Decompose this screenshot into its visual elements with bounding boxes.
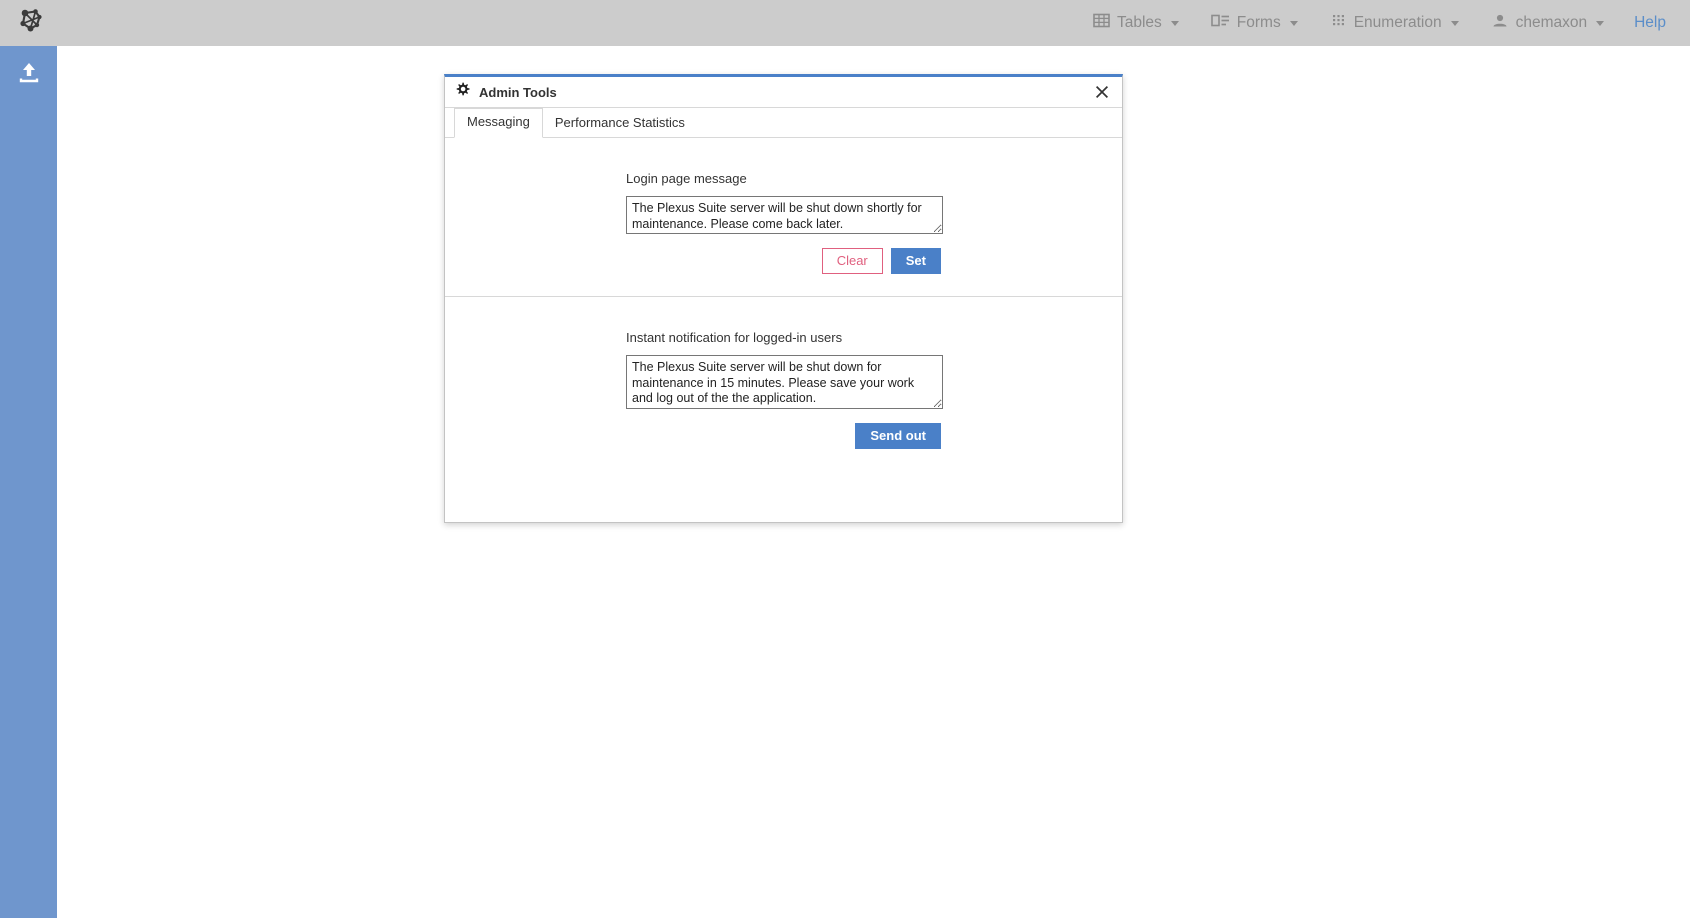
- login-page-message-input[interactable]: [626, 196, 943, 234]
- nav-item-user-menu[interactable]: chemaxon: [1475, 0, 1621, 46]
- dialog-tabstrip: Messaging Performance Statistics: [445, 108, 1122, 138]
- close-x-icon[interactable]: [1091, 81, 1113, 103]
- login-page-message-label: Login page message: [626, 171, 1122, 186]
- forms-layout-icon: [1211, 12, 1230, 34]
- send-out-button[interactable]: Send out: [855, 423, 941, 449]
- left-sidebar: [0, 46, 57, 918]
- nav-item-forms[interactable]: Forms: [1195, 0, 1314, 46]
- nav-item-label: Enumeration: [1354, 14, 1442, 32]
- instant-notification-input[interactable]: [626, 355, 943, 409]
- nav-item-label: chemaxon: [1516, 14, 1588, 32]
- nav-item-help[interactable]: Help: [1620, 14, 1676, 32]
- chevron-down-icon: [1451, 21, 1459, 26]
- upload-arrow-icon: [16, 59, 42, 90]
- dialog-titlebar: Admin Tools: [445, 77, 1122, 108]
- chevron-down-icon: [1596, 21, 1604, 26]
- nav-item-label: Forms: [1237, 14, 1281, 32]
- instant-notification-section: Instant notification for logged-in users…: [445, 297, 1122, 471]
- user-person-icon: [1491, 12, 1509, 34]
- nav-item-enumeration[interactable]: Enumeration: [1314, 0, 1475, 46]
- dialog-title: Admin Tools: [479, 85, 557, 100]
- app-logo[interactable]: [0, 0, 62, 46]
- chevron-down-icon: [1290, 21, 1298, 26]
- molecule-logo-icon: [16, 6, 46, 41]
- login-page-message-section: Login page message Clear Set: [445, 138, 1122, 297]
- main-navigation: Tables Forms: [1077, 0, 1690, 46]
- login-message-button-row: Clear Set: [445, 248, 941, 274]
- admin-tools-dialog: Admin Tools Messaging Performance Statis…: [444, 74, 1123, 523]
- tab-performance-statistics[interactable]: Performance Statistics: [543, 110, 697, 138]
- top-header-bar: Tables Forms: [0, 0, 1690, 46]
- nav-item-tables[interactable]: Tables: [1077, 0, 1195, 46]
- table-grid-icon: [1093, 12, 1110, 34]
- tab-messaging[interactable]: Messaging: [454, 108, 543, 138]
- instant-notification-label: Instant notification for logged-in users: [626, 330, 1122, 345]
- gear-icon: [455, 82, 470, 102]
- dots-grid-icon: [1330, 12, 1347, 34]
- sidebar-item-upload[interactable]: [0, 46, 57, 102]
- clear-button[interactable]: Clear: [822, 248, 883, 274]
- chevron-down-icon: [1171, 21, 1179, 26]
- nav-item-label: Tables: [1117, 14, 1162, 32]
- set-button[interactable]: Set: [891, 248, 941, 274]
- notification-button-row: Send out: [445, 423, 941, 449]
